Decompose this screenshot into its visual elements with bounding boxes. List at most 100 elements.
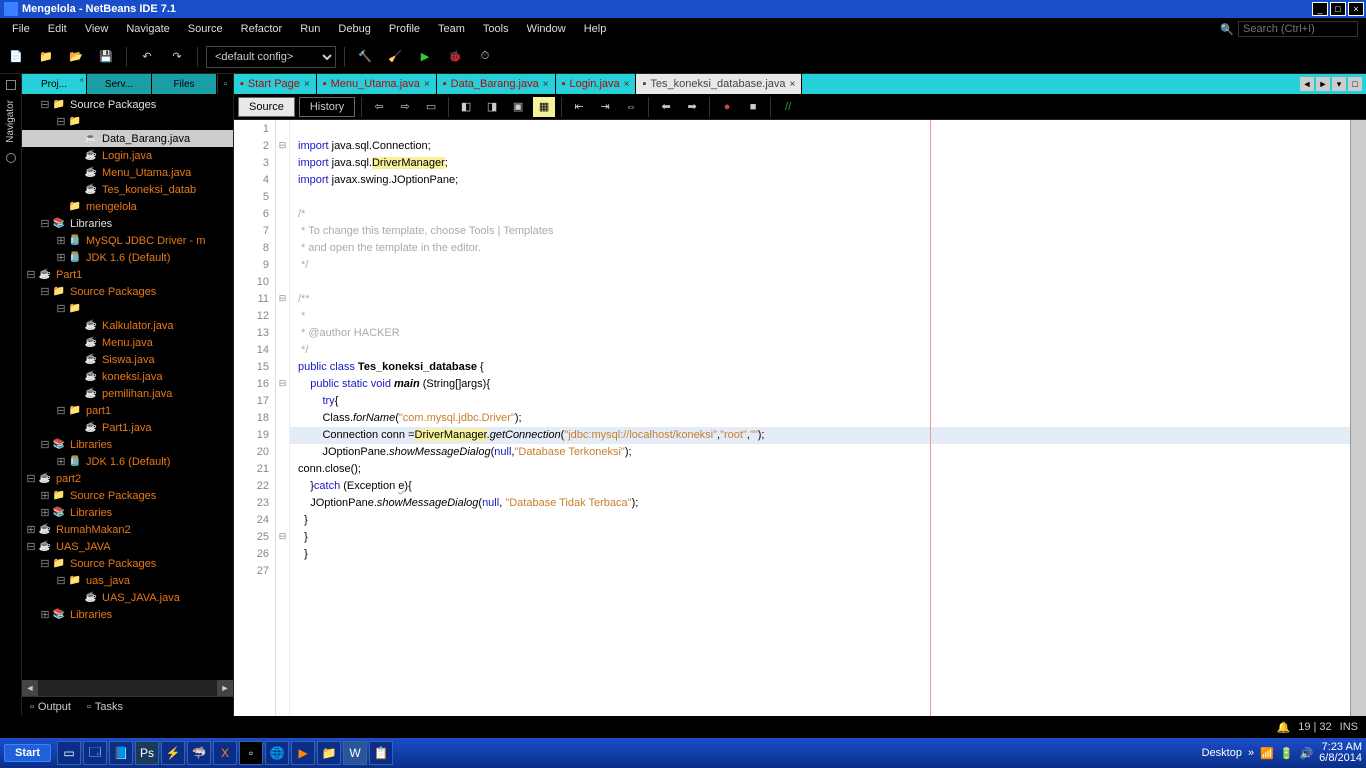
tree-row[interactable]: ☕Login.java <box>22 147 233 164</box>
line-number[interactable]: 13 <box>234 325 275 342</box>
editor-tab[interactable]: ▪Login.java× <box>556 74 637 94</box>
panel-min-icon[interactable]: ▫ <box>217 74 233 94</box>
menu-source[interactable]: Source <box>180 21 231 37</box>
battery-icon[interactable]: 🔋 <box>1280 747 1294 760</box>
menu-run[interactable]: Run <box>292 21 328 37</box>
scroll-right-button[interactable]: ► <box>217 680 233 696</box>
line-number[interactable]: 3 <box>234 155 275 172</box>
tree-row[interactable]: ⊟📚Libraries <box>22 215 233 232</box>
shift-left-icon[interactable]: ⇤ <box>568 97 590 117</box>
shift-right-icon[interactable]: ⇥ <box>594 97 616 117</box>
fold-marker[interactable] <box>276 358 289 375</box>
panel-tab[interactable]: Proj...× <box>22 74 87 94</box>
expand-icon[interactable]: ⊟ <box>40 217 50 230</box>
code-line[interactable]: }catch (Exception e){ <box>290 478 1350 495</box>
line-number[interactable]: 8 <box>234 240 275 257</box>
run-icon[interactable]: ▶ <box>413 45 437 69</box>
next-error-icon[interactable]: ➡ <box>681 97 703 117</box>
scroll-left-button[interactable]: ◄ <box>22 680 38 696</box>
menu-file[interactable]: File <box>4 21 38 37</box>
line-number[interactable]: 6 <box>234 206 275 223</box>
tree-row[interactable]: ⊞🫙JDK 1.6 (Default) <box>22 249 233 266</box>
code-line[interactable]: Connection conn =DriverManager.getConnec… <box>290 427 1350 444</box>
close-icon[interactable]: × <box>79 76 84 85</box>
code-line[interactable]: * @author HACKER <box>290 325 1350 342</box>
side-dot-icon[interactable] <box>6 80 16 90</box>
menu-navigate[interactable]: Navigate <box>118 21 177 37</box>
clean-build-icon[interactable]: 🧹 <box>383 45 407 69</box>
project-tree[interactable]: ⊟📁Source Packages⊟📁☕Data_Barang.java☕Log… <box>22 94 233 680</box>
fold-marker[interactable] <box>276 324 289 341</box>
notify-icon[interactable]: 🔔 <box>1277 721 1291 734</box>
notes-icon[interactable]: 📋 <box>369 741 393 765</box>
fold-marker[interactable] <box>276 477 289 494</box>
tab-next-icon[interactable]: ► <box>1316 77 1330 91</box>
taskbar-app-icon[interactable]: 📘 <box>109 741 133 765</box>
code-line[interactable]: */ <box>290 342 1350 359</box>
build-icon[interactable]: 🔨 <box>353 45 377 69</box>
tree-row[interactable]: ⊞☕RumahMakan2 <box>22 521 233 538</box>
fold-marker[interactable] <box>276 205 289 222</box>
line-number[interactable]: 2 <box>234 138 275 155</box>
line-number[interactable]: 9 <box>234 257 275 274</box>
code-line[interactable]: try{ <box>290 393 1350 410</box>
line-number[interactable]: 23 <box>234 495 275 512</box>
line-number[interactable]: 1 <box>234 121 275 138</box>
expand-icon[interactable]: ⊞ <box>56 251 66 264</box>
tree-row[interactable]: ☕Siswa.java <box>22 351 233 368</box>
tree-row[interactable]: ☕Menu.java <box>22 334 233 351</box>
tab-max-icon[interactable]: □ <box>1348 77 1362 91</box>
expand-icon[interactable]: ⊟ <box>56 574 66 587</box>
fold-marker[interactable] <box>276 460 289 477</box>
editor-tab[interactable]: ▪Start Page× <box>234 74 317 94</box>
fold-marker[interactable] <box>276 256 289 273</box>
bottom-tab-output[interactable]: ▫Output <box>22 697 79 716</box>
stop-macro-icon[interactable]: ● <box>716 97 738 117</box>
clock[interactable]: 7:23 AM 6/8/2014 <box>1319 742 1362 764</box>
tree-row[interactable]: ☕Data_Barang.java <box>22 130 233 147</box>
winamp-icon[interactable]: ⚡ <box>161 741 185 765</box>
line-number[interactable]: 5 <box>234 189 275 206</box>
uncomment-icon[interactable]: // <box>777 97 799 117</box>
expand-icon[interactable]: ⊞ <box>40 506 50 519</box>
fold-marker[interactable] <box>276 154 289 171</box>
prev-bookmark-icon[interactable]: ◧ <box>455 97 477 117</box>
line-number[interactable]: 26 <box>234 546 275 563</box>
fold-marker[interactable] <box>276 273 289 290</box>
tree-row[interactable]: ☕pemilihan.java <box>22 385 233 402</box>
expand-icon[interactable]: ⊟ <box>40 557 50 570</box>
menu-tools[interactable]: Tools <box>475 21 517 37</box>
line-number[interactable]: 16 <box>234 376 275 393</box>
expand-icon[interactable]: ⊟ <box>40 285 50 298</box>
code-line[interactable]: JOptionPane.showMessageDialog(null, "Dat… <box>290 495 1350 512</box>
fold-marker[interactable] <box>276 392 289 409</box>
code-line[interactable] <box>290 563 1350 580</box>
taskbar-app-icon[interactable]: 🗔 <box>83 741 107 765</box>
tree-row[interactable]: ⊞🫙JDK 1.6 (Default) <box>22 453 233 470</box>
code-line[interactable] <box>290 121 1350 138</box>
forward-icon[interactable]: ⇨ <box>394 97 416 117</box>
tab-list-icon[interactable]: ▾ <box>1332 77 1346 91</box>
editor-tab[interactable]: ▪Tes_koneksi_database.java× <box>636 74 802 94</box>
minimize-button[interactable]: _ <box>1312 2 1328 16</box>
code-line[interactable]: /* <box>290 206 1350 223</box>
source-tab[interactable]: Source <box>238 97 295 117</box>
find-selection-icon[interactable]: ▭ <box>420 97 442 117</box>
tree-row[interactable]: ⊞🫙MySQL JDBC Driver - m <box>22 232 233 249</box>
editor-tab[interactable]: ▪Menu_Utama.java× <box>317 74 437 94</box>
new-project-icon[interactable]: 📁 <box>34 45 58 69</box>
menu-window[interactable]: Window <box>519 21 574 37</box>
debug-icon[interactable]: 🐞 <box>443 45 467 69</box>
close-button[interactable]: × <box>1348 2 1364 16</box>
toggle-highlight-icon[interactable]: ▦ <box>533 97 555 117</box>
search-input[interactable] <box>1238 21 1358 37</box>
fold-marker[interactable]: ⊟ <box>276 290 289 307</box>
menu-help[interactable]: Help <box>576 21 615 37</box>
editor-tab[interactable]: ▪Data_Barang.java× <box>437 74 556 94</box>
menu-edit[interactable]: Edit <box>40 21 75 37</box>
line-number[interactable]: 22 <box>234 478 275 495</box>
h-scrollbar[interactable]: ◄ ► <box>22 680 233 696</box>
line-number[interactable]: 15 <box>234 359 275 376</box>
code-line[interactable]: */ <box>290 257 1350 274</box>
code-line[interactable]: /** <box>290 291 1350 308</box>
